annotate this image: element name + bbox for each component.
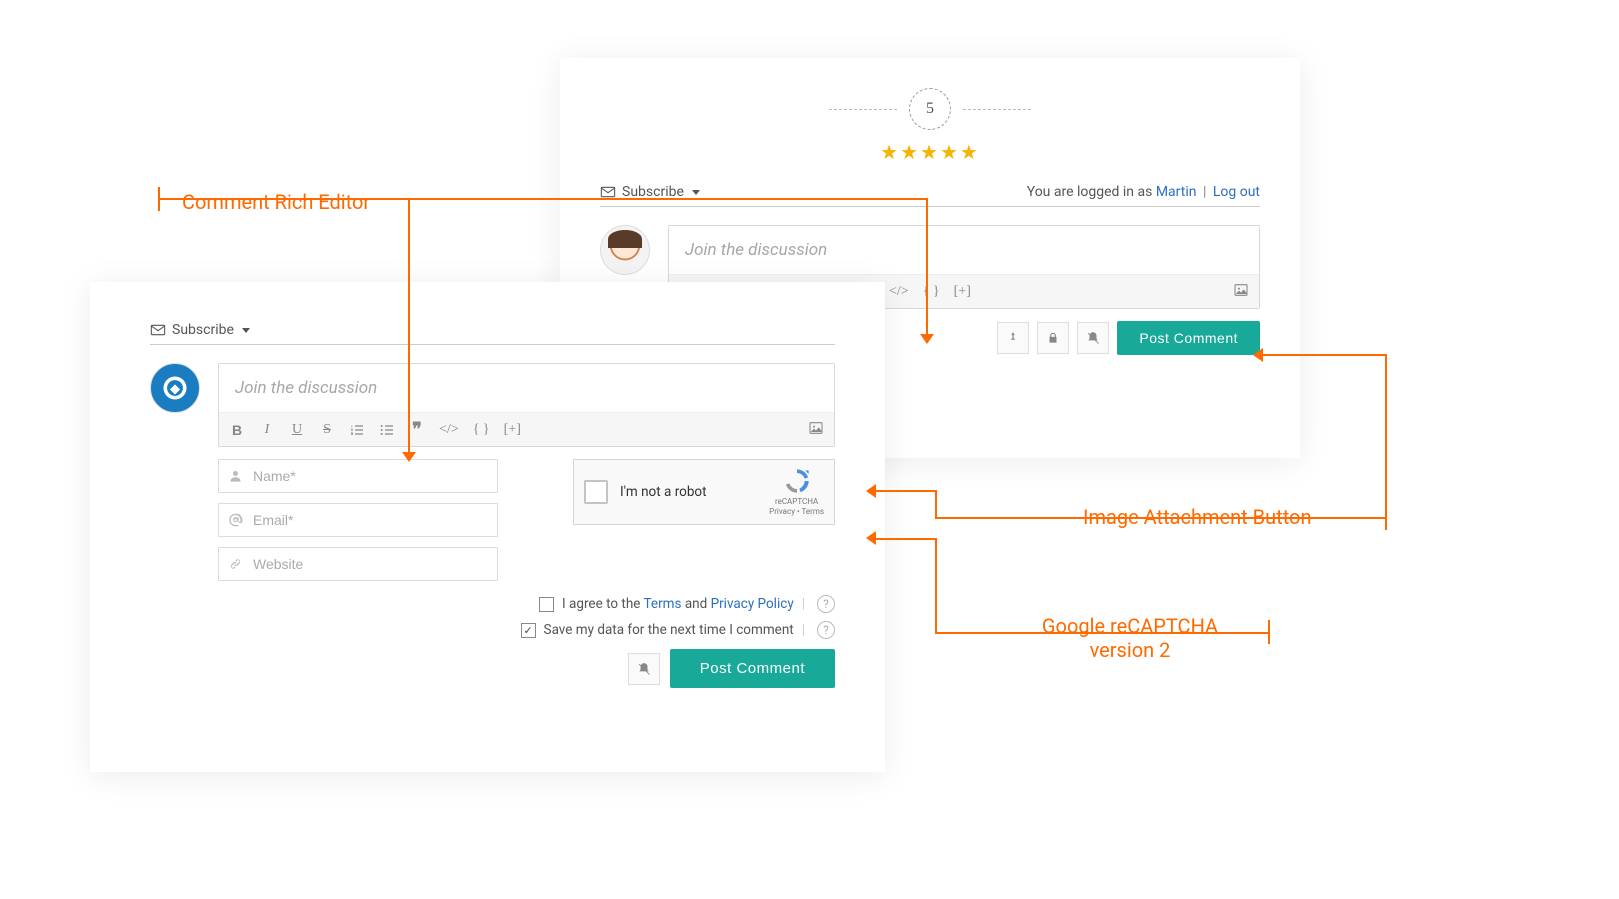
website-field-wrap <box>218 547 498 581</box>
spoiler-button[interactable]: [+] <box>504 422 521 438</box>
email-field-wrap <box>218 503 498 537</box>
codeblock-button[interactable]: { } <box>923 284 940 300</box>
post-comment-button[interactable]: Post Comment <box>670 649 835 688</box>
star-icon[interactable]: ★ <box>960 140 980 164</box>
actions-row: Post Comment <box>150 649 835 688</box>
save-data-label: Save my data for the next time I comment <box>544 622 794 638</box>
star-icon[interactable]: ★ <box>900 140 920 164</box>
avatar <box>600 225 650 275</box>
help-icon[interactable]: ? <box>817 595 835 613</box>
chevron-down-icon <box>692 190 700 195</box>
separator: | <box>802 596 805 612</box>
separator: | <box>802 622 805 638</box>
recaptcha-widget[interactable]: I'm not a robot reCAPTCHA Privacy • Term… <box>573 459 835 525</box>
comment-input-row: Join the discussion B I U S ❞ </> { } [+… <box>150 363 835 447</box>
divider-line <box>963 109 1031 110</box>
spoiler-button[interactable]: [+] <box>954 284 971 300</box>
save-data-checkbox[interactable]: ✓ <box>521 623 536 638</box>
annotation-label: Comment Rich Editor <box>182 190 370 214</box>
envelope-icon <box>150 322 166 338</box>
recaptcha-logo: reCAPTCHA Privacy • Terms <box>769 467 824 516</box>
private-button[interactable] <box>1037 322 1069 354</box>
rating-widget: 5 ★★★★★ <box>600 88 1260 164</box>
username-link[interactable]: Martin <box>1156 184 1197 200</box>
star-rating[interactable]: ★★★★★ <box>600 140 1260 164</box>
fields-column <box>218 459 498 581</box>
annotation-label: Image Attachment Button <box>1083 505 1312 529</box>
link-icon <box>228 557 243 572</box>
author-fields: I'm not a robot reCAPTCHA Privacy • Term… <box>150 459 835 581</box>
codeblock-button[interactable]: { } <box>473 422 490 438</box>
code-button[interactable]: </> <box>889 284 909 300</box>
agree-terms-row: I agree to the Terms and Privacy Policy … <box>218 595 835 613</box>
chevron-down-icon <box>242 328 250 333</box>
comment-editor[interactable]: Join the discussion B I U S ❞ </> { } [+… <box>218 363 835 447</box>
email-field[interactable] <box>218 503 498 537</box>
star-icon[interactable]: ★ <box>920 140 940 164</box>
save-data-row: ✓ Save my data for the next time I comme… <box>218 621 835 639</box>
person-icon <box>228 469 243 484</box>
agree-checkbox[interactable] <box>539 597 554 612</box>
name-field-wrap <box>218 459 498 493</box>
terms-link[interactable]: Terms <box>644 596 682 612</box>
recaptcha-brand: reCAPTCHA <box>769 497 824 507</box>
subscribe-toggle[interactable]: Subscribe <box>600 184 700 200</box>
comment-header: Subscribe <box>150 322 835 345</box>
website-field[interactable] <box>218 547 498 581</box>
subscribe-toggle[interactable]: Subscribe <box>150 322 250 338</box>
code-button[interactable]: </> <box>439 422 459 438</box>
at-icon <box>228 513 243 528</box>
recaptcha-checkbox[interactable] <box>584 480 608 504</box>
image-attach-button[interactable] <box>808 420 824 440</box>
rating-count-circle: 5 <box>909 88 951 130</box>
comment-header: Subscribe You are logged in as Martin | … <box>600 184 1260 207</box>
name-field[interactable] <box>218 459 498 493</box>
unordered-list-button[interactable] <box>379 422 395 438</box>
bold-button[interactable]: B <box>229 422 245 438</box>
image-attach-button[interactable] <box>1233 282 1249 302</box>
recaptcha-label: I'm not a robot <box>620 484 707 500</box>
post-comment-button[interactable]: Post Comment <box>1117 321 1260 355</box>
agree-text: I agree to the Terms and Privacy Policy <box>562 596 794 612</box>
notify-off-button[interactable] <box>628 653 660 685</box>
privacy-link[interactable]: Privacy Policy <box>711 596 794 612</box>
blockquote-button[interactable]: ❞ <box>409 419 425 440</box>
underline-button[interactable]: U <box>289 422 305 438</box>
comment-textarea[interactable]: Join the discussion <box>219 364 834 413</box>
login-status: You are logged in as Martin | Log out <box>1027 184 1260 200</box>
divider-line <box>829 109 897 110</box>
editor-toolbar: B I U S ❞ </> { } [+] <box>219 413 834 446</box>
subscribe-label: Subscribe <box>172 322 234 338</box>
ordered-list-button[interactable] <box>349 422 365 438</box>
star-icon[interactable]: ★ <box>940 140 960 164</box>
separator: | <box>1200 184 1209 200</box>
consent-section: I agree to the Terms and Privacy Policy … <box>150 595 835 639</box>
star-icon[interactable]: ★ <box>880 140 900 164</box>
comment-textarea[interactable]: Join the discussion <box>669 226 1259 275</box>
guest-comment-panel: Subscribe Join the discussion B I U S ❞ … <box>90 282 885 772</box>
avatar <box>150 363 200 413</box>
logout-link[interactable]: Log out <box>1213 184 1260 200</box>
italic-button[interactable]: I <box>259 422 275 438</box>
subscribe-label: Subscribe <box>622 184 684 200</box>
annotation-label: Google reCAPTCHA version 2 <box>1000 614 1260 662</box>
help-icon[interactable]: ? <box>817 621 835 639</box>
strikethrough-button[interactable]: S <box>319 422 335 438</box>
envelope-icon <box>600 184 616 200</box>
recaptcha-legal: Privacy • Terms <box>769 507 824 517</box>
sticky-button[interactable] <box>997 322 1029 354</box>
notify-off-button[interactable] <box>1077 322 1109 354</box>
logged-in-text: You are logged in as <box>1027 184 1156 200</box>
